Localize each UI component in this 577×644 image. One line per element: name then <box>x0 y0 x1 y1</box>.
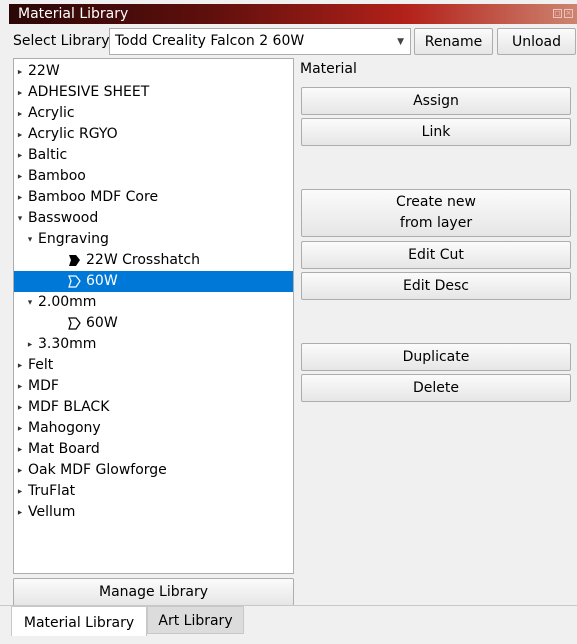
library-select[interactable]: Todd Creality Falcon 2 60W ▼ <box>109 28 411 55</box>
tree-item-label: 22W Crosshatch <box>86 252 200 268</box>
create-from-layer-button[interactable]: Create new from layer <box>301 189 571 237</box>
float-icon[interactable]: ◻ <box>553 9 562 18</box>
tree-item[interactable]: ▼ Engraving <box>14 229 293 250</box>
collapse-arrow-icon[interactable]: ▶ <box>17 358 24 373</box>
tree-item[interactable]: ▶ Oak MDF Glowforge <box>14 460 293 481</box>
tree-item-label: Mahogony <box>28 420 101 436</box>
chevron-down-icon: ▼ <box>397 37 404 47</box>
tab-art-library[interactable]: Art Library <box>147 606 244 634</box>
tree-item[interactable]: ▶ Bamboo <box>14 166 293 187</box>
collapse-arrow-icon[interactable]: ▶ <box>17 442 24 457</box>
tree-item-label: Mat Board <box>28 441 100 457</box>
title-controls: ◻ × <box>553 9 573 18</box>
material-heading: Material <box>300 61 357 77</box>
tree-item[interactable]: ▶ MDF <box>14 376 293 397</box>
outline-shape-icon <box>68 317 81 330</box>
edit-desc-button[interactable]: Edit Desc <box>301 272 571 300</box>
collapse-arrow-icon[interactable]: ▶ <box>17 127 24 142</box>
tree-item-label: Felt <box>28 357 54 373</box>
close-icon[interactable]: × <box>564 9 573 18</box>
rename-button[interactable]: Rename <box>414 28 493 55</box>
tree-item[interactable]: 60W <box>14 271 293 292</box>
collapse-arrow-icon[interactable]: ▶ <box>17 169 24 184</box>
collapse-arrow-icon[interactable]: ▶ <box>17 379 24 394</box>
tree-item-label: 2.00mm <box>38 294 97 310</box>
tree-item-label: Acrylic <box>28 105 75 121</box>
collapse-arrow-icon[interactable]: ▶ <box>17 421 24 436</box>
expand-arrow-icon[interactable]: ▼ <box>27 295 34 310</box>
unload-button[interactable]: Unload <box>497 28 576 55</box>
tree-item[interactable]: ▶ 22W <box>14 61 293 82</box>
collapse-arrow-icon[interactable]: ▶ <box>27 337 34 352</box>
select-library-label: Select Library <box>13 33 110 49</box>
tree-item-label: Oak MDF Glowforge <box>28 462 167 478</box>
tree-item-label: ADHESIVE SHEET <box>28 84 150 100</box>
assign-button[interactable]: Assign <box>301 87 571 115</box>
collapse-arrow-icon[interactable]: ▶ <box>17 400 24 415</box>
manage-library-button[interactable]: Manage Library <box>13 578 294 606</box>
collapse-arrow-icon[interactable]: ▶ <box>17 148 24 163</box>
tree-item[interactable]: ▶ Baltic <box>14 145 293 166</box>
tree-item[interactable]: ▶ Mahogony <box>14 418 293 439</box>
tree-item-label: Engraving <box>38 231 109 247</box>
tree-item-label: 3.30mm <box>38 336 97 352</box>
collapse-arrow-icon[interactable]: ▶ <box>17 85 24 100</box>
collapse-arrow-icon[interactable]: ▶ <box>17 505 24 520</box>
link-button[interactable]: Link <box>301 118 571 146</box>
tree-item-label: Bamboo <box>28 168 86 184</box>
tree-item[interactable]: ▶ MDF BLACK <box>14 397 293 418</box>
tree-item-label: Bamboo MDF Core <box>28 189 159 205</box>
tree-item-label: TruFlat <box>28 483 76 499</box>
title-bar: Material Library ◻ × <box>9 4 577 24</box>
collapse-arrow-icon[interactable]: ▶ <box>17 484 24 499</box>
tree-item-label: 60W <box>86 315 118 331</box>
material-tree[interactable]: ▶ 22W ▶ ADHESIVE SHEET ▶ Acrylic ▶ Acrylic RGYO… <box>13 58 294 574</box>
tree-item[interactable]: 22W Crosshatch <box>14 250 293 271</box>
tree-item[interactable]: ▶ ADHESIVE SHEET <box>14 82 293 103</box>
collapse-arrow-icon[interactable]: ▶ <box>17 463 24 478</box>
tree-item[interactable]: ▶ Acrylic RGYO <box>14 124 293 145</box>
tree-item-label: Baltic <box>28 147 68 163</box>
delete-button[interactable]: Delete <box>301 374 571 402</box>
tree-item-label: Acrylic RGYO <box>28 126 118 142</box>
window-title: Material Library <box>18 6 129 22</box>
tree-item[interactable]: 60W <box>14 313 293 334</box>
tree-item[interactable]: ▶ Mat Board <box>14 439 293 460</box>
tree-item[interactable]: ▼ Basswood <box>14 208 293 229</box>
tree-item[interactable]: ▶ Bamboo MDF Core <box>14 187 293 208</box>
create-line-2: from layer <box>399 215 473 231</box>
edit-cut-button[interactable]: Edit Cut <box>301 241 571 269</box>
tree-item-label: 60W <box>86 273 118 289</box>
tree-item[interactable]: ▶ Felt <box>14 355 293 376</box>
tree-item[interactable]: ▶ Vellum <box>14 502 293 523</box>
tree-item[interactable]: ▶ Acrylic <box>14 103 293 124</box>
tree-item-label: Vellum <box>28 504 76 520</box>
tree-item-label: 22W <box>28 63 60 79</box>
tree-item-label: MDF BLACK <box>28 399 110 415</box>
tab-material-library[interactable]: Material Library <box>11 606 147 636</box>
tree-item[interactable]: ▼ 2.00mm <box>14 292 293 313</box>
fill-shape-icon <box>69 255 80 266</box>
library-select-value: Todd Creality Falcon 2 60W <box>115 33 305 49</box>
tree-item-label: MDF <box>28 378 59 394</box>
collapse-arrow-icon[interactable]: ▶ <box>17 106 24 121</box>
duplicate-button[interactable]: Duplicate <box>301 343 571 371</box>
tree-item[interactable]: ▶ 3.30mm <box>14 334 293 355</box>
collapse-arrow-icon[interactable]: ▶ <box>17 64 24 79</box>
create-line-1: Create new <box>396 194 476 210</box>
expand-arrow-icon[interactable]: ▼ <box>17 211 24 226</box>
tree-item-label: Basswood <box>28 210 99 226</box>
tree-item[interactable]: ▶ TruFlat <box>14 481 293 502</box>
collapse-arrow-icon[interactable]: ▶ <box>17 190 24 205</box>
expand-arrow-icon[interactable]: ▼ <box>27 232 34 247</box>
outline-shape-icon <box>68 275 81 288</box>
